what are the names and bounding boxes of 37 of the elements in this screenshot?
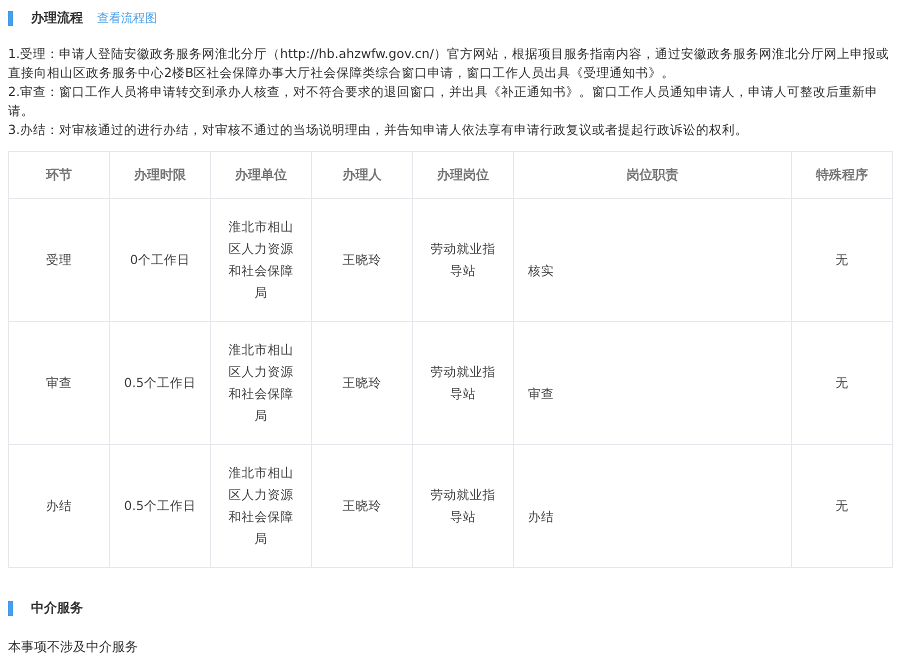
step-text: 1.受理：申请人登陆安徽政务服务网淮北分厅（http://hb.ahzwfw.gov.cn/）官方网站，根据项目服务指南内容，通过安徽政务服务网淮北分厅网上申报或直接向相山区政务服务中心2楼B区社会保障办事大厅社会保障类综合窗口申请，窗口工作人员出具《受理通知书》。 (8, 45, 890, 82)
column-header: 办理时限 (110, 152, 210, 198)
section-marker (8, 600, 13, 616)
table-cell: 办结 (514, 444, 792, 568)
flowchart-link[interactable]: 查看流程图 (97, 10, 157, 26)
table-cell: 无 (792, 322, 892, 444)
column-header: 特殊程序 (792, 152, 892, 198)
table-cell: 无 (792, 198, 892, 322)
table-cell: 淮北市相山区人力资源和社会保障局 (210, 322, 312, 444)
intermediary-text: 本事项不涉及中介服务 (8, 639, 139, 656)
table-cell: 王晓玲 (312, 322, 412, 444)
column-header: 办理人 (312, 152, 412, 198)
table-cell: 审查 (514, 322, 792, 444)
table-cell: 劳动就业指导站 (412, 198, 514, 322)
table-cell: 0.5个工作日 (110, 322, 210, 444)
table-cell: 审查 (8, 322, 110, 444)
step-text: 2.审查：窗口工作人员将申请转交到承办人核查，对不符合要求的退回窗口，并出具《补正通知书》。窗口工作人员通知申请人，申请人可整改后重新申请。 (8, 83, 880, 120)
table-cell: 劳动就业指导站 (412, 322, 514, 444)
table-cell: 王晓玲 (312, 444, 412, 568)
step-text: 3.办结：对审核通过的进行办结，对审核不通过的当场说明理由，并告知申请人依法享有申请行政复议或者提起行政诉讼的权利。 (8, 121, 750, 139)
table-cell: 受理 (8, 198, 110, 322)
column-header: 办理岗位 (412, 152, 514, 198)
table-cell: 办结 (8, 444, 110, 568)
table-cell: 劳动就业指导站 (412, 444, 514, 568)
table-cell: 淮北市相山区人力资源和社会保障局 (210, 198, 312, 322)
section-title: 办理流程 (31, 10, 83, 27)
column-header: 办理单位 (210, 152, 312, 198)
column-header: 岗位职责 (514, 152, 792, 198)
table-cell: 无 (792, 444, 892, 568)
column-header: 环节 (8, 152, 110, 198)
table-cell: 0.5个工作日 (110, 444, 210, 568)
table-cell: 王晓玲 (312, 198, 412, 322)
section-title: 中介服务 (31, 600, 83, 617)
table-cell: 0个工作日 (110, 198, 210, 322)
table-cell: 淮北市相山区人力资源和社会保障局 (210, 444, 312, 568)
section-marker (8, 10, 13, 26)
table-cell: 核实 (514, 198, 792, 322)
